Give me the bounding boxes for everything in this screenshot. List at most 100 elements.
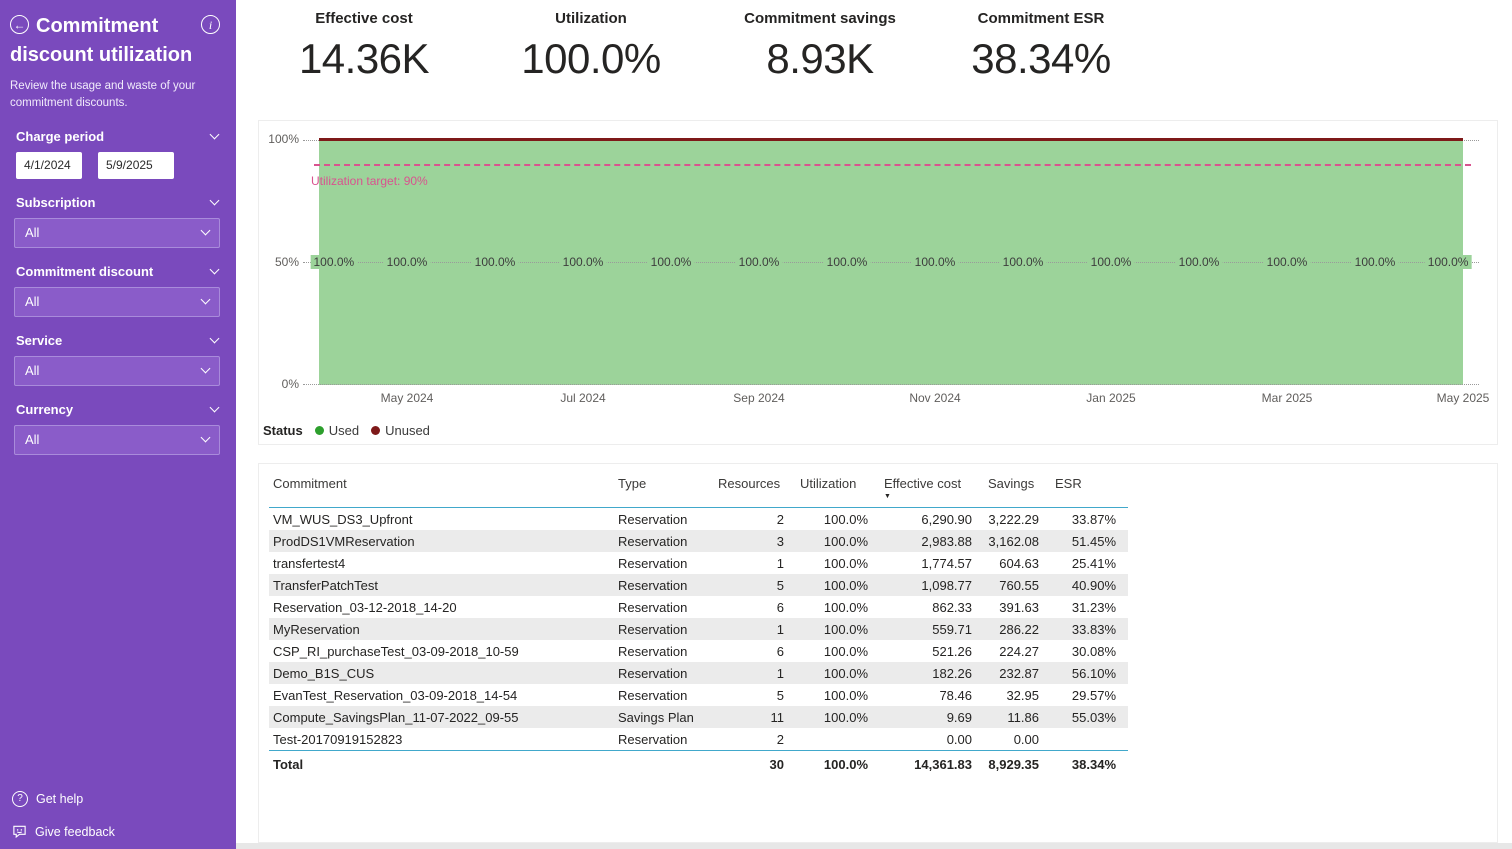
- table-row[interactable]: TransferPatchTest Reservation 5 100.0% 1,098…: [269, 574, 1128, 596]
- target-label: Utilization target: 90%: [311, 174, 428, 188]
- column-header-savings[interactable]: Savings: [984, 472, 1051, 508]
- charge-period-inputs: 4/1/2024 5/9/2025: [16, 151, 222, 179]
- commitment-table: Commitment Type Resources Utilization Ef…: [269, 472, 1128, 776]
- chevron-down-icon: [200, 225, 211, 236]
- kpi-value: 14.36K: [298, 35, 430, 82]
- filter-label: Subscription: [16, 194, 96, 210]
- subscription-dropdown[interactable]: All: [14, 217, 220, 248]
- table-row[interactable]: EvanTest_Reservation_03-09-2018_14-54 Res…: [269, 684, 1128, 706]
- table-cell: 100.0%: [823, 577, 868, 593]
- column-header-commitment[interactable]: Commitment: [269, 472, 614, 508]
- chart-legend: Status Used Unused: [263, 423, 430, 438]
- chevron-down-icon[interactable]: [209, 333, 220, 344]
- table-cell: Reservation: [618, 621, 688, 637]
- chevron-down-icon[interactable]: [209, 129, 220, 140]
- kpi-commitment-esr: Commitment ESR 38.34%: [921, 10, 1161, 83]
- chevron-down-icon[interactable]: [209, 402, 220, 413]
- table-row[interactable]: Compute_SavingsPlan_11-07-2022_09-55 Savi…: [269, 706, 1128, 728]
- table-row[interactable]: Test-20170919152823 Reservation 2 0.00 0.00: [269, 728, 1128, 751]
- table-row[interactable]: Reservation_03-12-2018_14-20 Reservation 6…: [269, 596, 1128, 618]
- kpi-utilization: Utilization 100.0%: [471, 10, 711, 83]
- table-row[interactable]: MyReservation Reservation 1 100.0% 559.71 286…: [269, 618, 1128, 640]
- x-tick-label: Mar 2025: [1261, 391, 1313, 405]
- column-header-label: Resources: [718, 476, 781, 491]
- chevron-down-icon[interactable]: [209, 195, 220, 206]
- table-cell: 0.00: [984, 728, 1051, 751]
- table-cell: 5: [776, 687, 784, 703]
- give-feedback-link[interactable]: Give feedback: [12, 824, 115, 839]
- commitment-discount-dropdown[interactable]: All: [14, 286, 220, 317]
- chevron-down-icon: [200, 294, 211, 305]
- info-icon[interactable]: i: [201, 15, 220, 34]
- filter-header-subscription[interactable]: Subscription: [16, 194, 220, 210]
- table-row[interactable]: ProdDS1VMReservation Reservation 3 100.0% 2,…: [269, 530, 1128, 552]
- table-body: VM_WUS_DS3_Upfront Reservation 2 100.0% 6,29…: [269, 508, 1128, 751]
- filter-header-currency[interactable]: Currency: [16, 402, 220, 417]
- column-header-label: Type: [618, 476, 647, 491]
- charge-period-start-input[interactable]: 4/1/2024: [16, 151, 82, 179]
- table-cell: Reservation: [618, 643, 688, 659]
- table-cell: 604.63: [999, 555, 1039, 571]
- table-cell: 2: [714, 728, 796, 751]
- column-header-esr[interactable]: ESR: [1051, 472, 1128, 508]
- legend-title: Status: [263, 423, 303, 438]
- filter-header-service[interactable]: Service: [16, 333, 220, 348]
- y-tick-label: 50%: [274, 255, 299, 269]
- currency-dropdown[interactable]: All: [14, 424, 220, 455]
- dropdown-value: All: [25, 432, 40, 447]
- give-feedback-label: Give feedback: [35, 824, 115, 839]
- charge-period-end-input[interactable]: 5/9/2025: [98, 151, 174, 179]
- kpi-value: 100.0%: [521, 35, 661, 82]
- table-cell: CSP_RI_purchaseTest_03-09-2018_10-59: [273, 643, 519, 659]
- table-row[interactable]: transfertest4 Reservation 1 100.0% 1,774.57 6…: [269, 552, 1128, 574]
- table-cell: Reservation_03-12-2018_14-20: [273, 599, 457, 615]
- column-header-utilization[interactable]: Utilization: [796, 472, 880, 508]
- total-cell: 14,361.83: [914, 757, 972, 772]
- table-cell: 56.10%: [1071, 665, 1116, 681]
- total-cell: 100.0%: [823, 757, 868, 772]
- table-cell: 32.95: [1006, 687, 1039, 703]
- filter-header-commitment-discount[interactable]: Commitment discount: [16, 264, 220, 279]
- data-label: 100.0%: [1351, 255, 1399, 269]
- legend-dot: [371, 426, 381, 435]
- table-cell: Savings Plan: [618, 709, 694, 725]
- sidebar-footer: ? Get help Give feedback: [12, 791, 115, 839]
- table-cell: 862.33: [932, 599, 972, 615]
- table-cell: 100.0%: [823, 687, 868, 703]
- total-cell: 38.34%: [1071, 757, 1116, 772]
- column-header-resources[interactable]: Resources: [714, 472, 796, 508]
- table-row[interactable]: CSP_RI_purchaseTest_03-09-2018_10-59 Rese…: [269, 640, 1128, 662]
- back-icon[interactable]: ←: [10, 15, 29, 34]
- chevron-down-icon[interactable]: [209, 264, 220, 275]
- legend-item-unused[interactable]: Unused: [371, 423, 430, 438]
- sort-descending-icon: ▼: [884, 493, 891, 500]
- column-header-label: Utilization: [800, 476, 857, 491]
- table-cell: 100.0%: [823, 533, 868, 549]
- get-help-link[interactable]: ? Get help: [12, 791, 115, 807]
- plot-area[interactable]: Utilization target: 90% 100.0% 100.0% 100.…: [303, 138, 1479, 385]
- feedback-icon: [12, 824, 27, 839]
- x-tick-label: Nov 2024: [909, 391, 961, 405]
- filter-header-charge-period[interactable]: Charge period: [16, 129, 220, 144]
- kpi-label: Utilization: [555, 10, 627, 27]
- table-cell: 9.69: [946, 709, 972, 725]
- table-cell: 760.55: [999, 577, 1039, 593]
- table-cell: Compute_SavingsPlan_11-07-2022_09-55: [273, 709, 519, 725]
- table-row[interactable]: Demo_B1S_CUS Reservation 1 100.0% 182.26 232.…: [269, 662, 1128, 684]
- table-cell: 100.0%: [823, 665, 868, 681]
- kpi-label: Commitment savings: [744, 10, 896, 27]
- column-header-type[interactable]: Type: [614, 472, 714, 508]
- data-label: 100.0%: [911, 255, 959, 269]
- legend-item-used[interactable]: Used: [314, 423, 359, 438]
- dropdown-value: All: [25, 294, 40, 309]
- sidebar: ← i Commitment discount utilization Revi…: [0, 0, 236, 849]
- kpi-commitment-savings: Commitment savings 8.93K: [700, 10, 940, 83]
- service-dropdown[interactable]: All: [14, 355, 220, 386]
- data-label: 100.0%: [559, 255, 607, 269]
- column-header-effective-cost[interactable]: Effective cost ▼: [880, 472, 984, 508]
- table-cell: 100.0%: [823, 599, 868, 615]
- data-label: 100.0%: [999, 255, 1047, 269]
- table-row[interactable]: VM_WUS_DS3_Upfront Reservation 2 100.0% 6,29…: [269, 508, 1128, 531]
- total-cell: [614, 751, 714, 776]
- data-label: 100.0%: [735, 255, 783, 269]
